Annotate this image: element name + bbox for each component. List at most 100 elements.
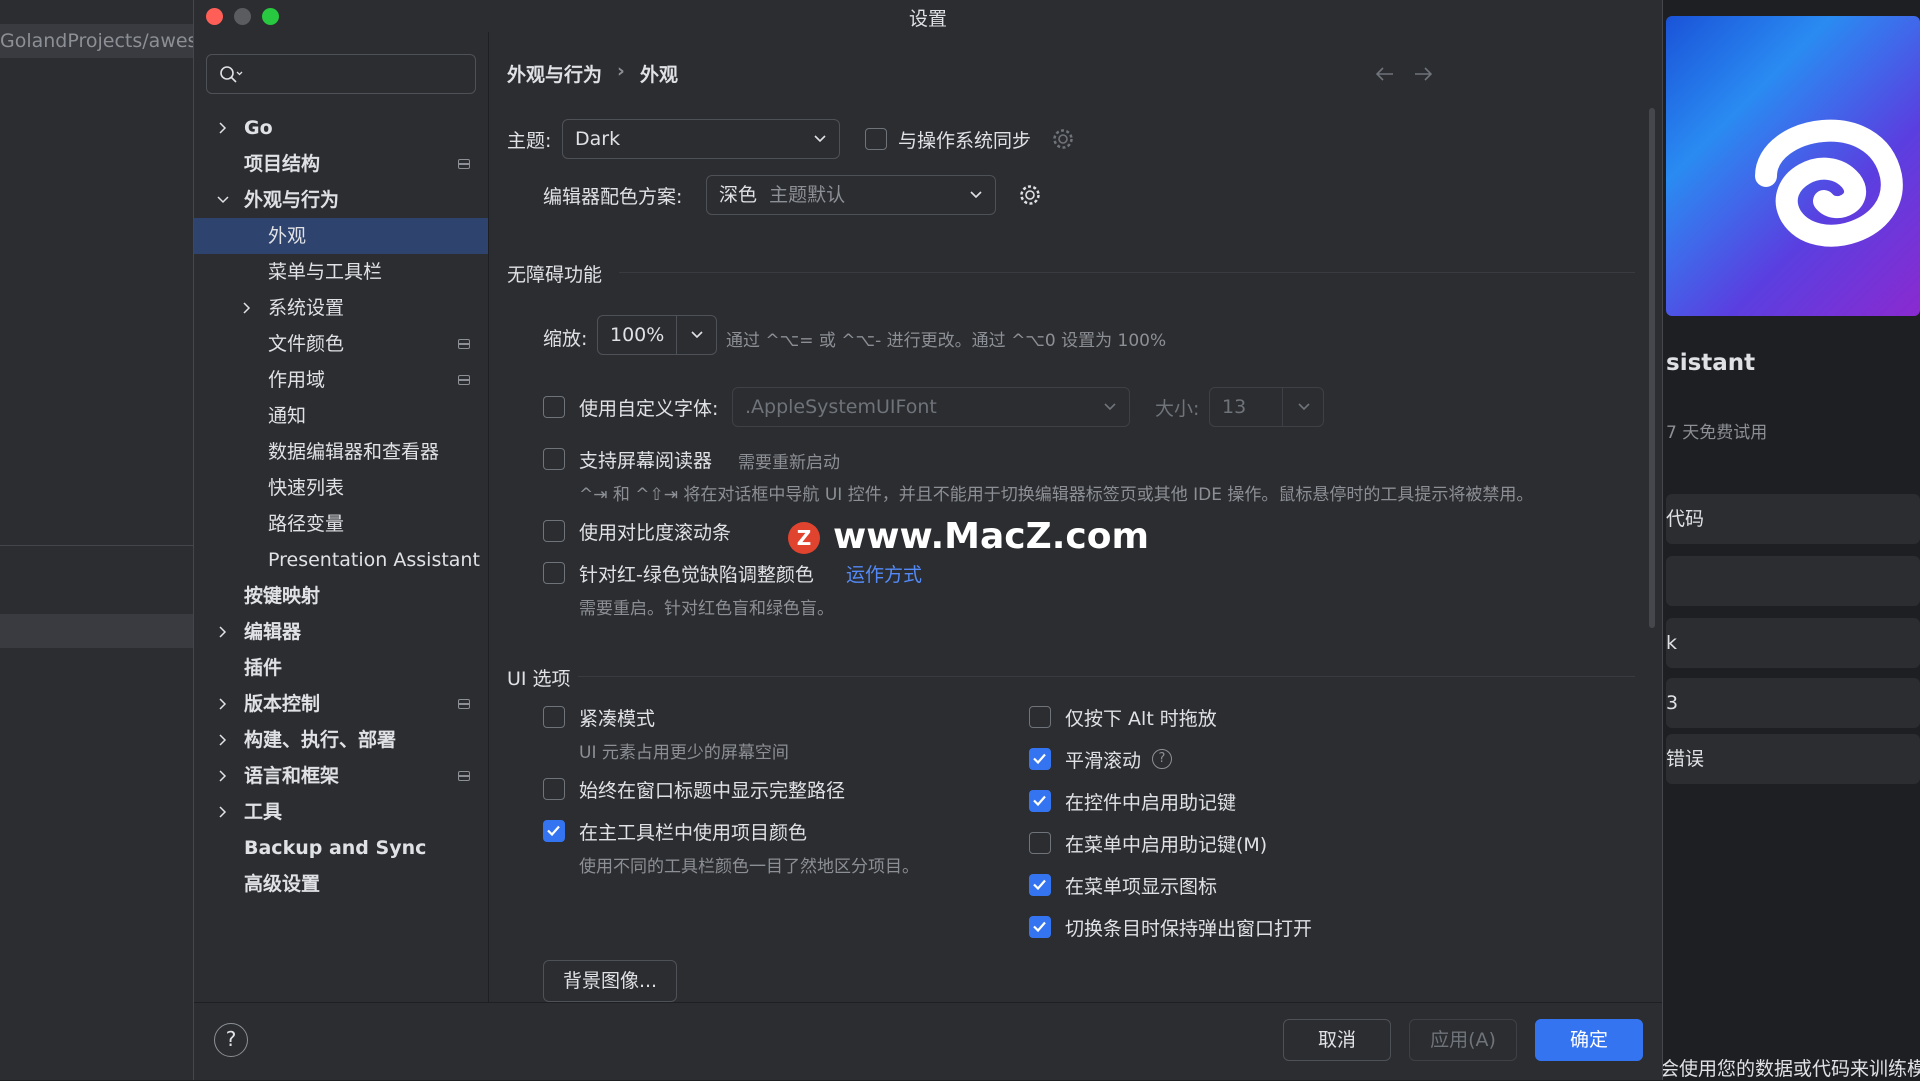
sidebar-item[interactable]: 按键映射 — [194, 578, 488, 614]
sidebar-item[interactable]: 外观与行为 — [194, 182, 488, 218]
sidebar-item-label: 外观与行为 — [244, 189, 340, 211]
breadcrumb-parent[interactable]: 外观与行为 — [507, 60, 602, 87]
project-scope-icon — [458, 339, 470, 349]
assistant-item-2[interactable] — [1666, 556, 1920, 606]
assistant-item-5[interactable]: 错误 — [1666, 734, 1920, 784]
smooth-scroll-checkbox[interactable] — [1029, 748, 1051, 770]
sidebar-item[interactable]: 作用域 — [194, 362, 488, 398]
control-mnemonics-checkbox[interactable] — [1029, 790, 1051, 812]
project-color-label: 在主工具栏中使用项目颜色 — [579, 822, 808, 844]
sidebar-item[interactable]: Go — [194, 110, 488, 146]
assistant-title: sistant — [1666, 350, 1756, 376]
full-path-checkbox[interactable] — [543, 778, 565, 800]
chevron-down-icon[interactable] — [216, 193, 230, 207]
cancel-button[interactable]: 取消 — [1283, 1019, 1391, 1061]
chevron-down-icon — [814, 135, 826, 143]
sidebar-item[interactable]: 通知 — [194, 398, 488, 434]
chevron-right-icon[interactable] — [240, 301, 254, 315]
dialog-titlebar: 设置 — [194, 0, 1662, 32]
project-scope-icon — [458, 159, 470, 169]
color-adjust-checkbox[interactable] — [543, 562, 565, 584]
sidebar-item[interactable]: Presentation Assistant — [194, 542, 488, 578]
custom-font-select[interactable]: .AppleSystemUIFont — [732, 387, 1130, 427]
font-value: .AppleSystemUIFont — [745, 396, 937, 418]
color-adjust-label: 针对红-绿色觉缺陷调整颜色 — [579, 564, 814, 586]
checkmark-icon — [1033, 879, 1046, 891]
dialog-title: 设置 — [908, 8, 947, 30]
sidebar-item[interactable]: 工具 — [194, 794, 488, 830]
project-color-checkbox[interactable] — [543, 820, 565, 842]
contrast-scrollbar-checkbox[interactable] — [543, 520, 565, 542]
sidebar-item-label: 路径变量 — [268, 513, 345, 535]
chevron-right-icon[interactable] — [216, 733, 230, 747]
help-circle-icon[interactable]: ? — [1152, 749, 1172, 769]
watermark-text: www.MacZ.com — [833, 516, 1149, 557]
chevron-right-icon[interactable] — [216, 625, 230, 639]
font-size-select[interactable]: 13 — [1209, 387, 1324, 427]
settings-main-panel: 外观与行为 › 外观 主题: Dark 与操作系统同步 编辑器配色方案: 深色 … — [489, 32, 1663, 1002]
screen-reader-hint: 需要重新启动 — [738, 453, 840, 473]
color-adjust-desc: 需要重启。针对红色盲和绿色盲。 — [579, 599, 834, 619]
chevron-right-icon[interactable] — [216, 769, 230, 783]
sidebar-item[interactable]: 语言和框架 — [194, 758, 488, 794]
dialog-footer: ? 取消 应用(A) 确定 — [194, 1002, 1662, 1080]
sidebar-item-label: 版本控制 — [244, 693, 321, 715]
sidebar-item[interactable]: 编辑器 — [194, 614, 488, 650]
sidebar-item[interactable]: 菜单与工具栏 — [194, 254, 488, 290]
chevron-right-icon[interactable] — [216, 697, 230, 711]
scrollbar[interactable] — [1649, 108, 1655, 628]
zoom-split — [676, 316, 677, 354]
background-image-button[interactable]: 背景图像... — [543, 960, 677, 1002]
sidebar-item-label: Go — [244, 117, 273, 139]
zoom-select[interactable]: 100% — [597, 315, 717, 355]
scheme-select-value: 深色 — [719, 184, 758, 206]
font-size-label: 大小: — [1155, 398, 1200, 420]
sidebar-item[interactable]: 外观 — [194, 218, 488, 254]
sidebar-item[interactable]: 项目结构 — [194, 146, 488, 182]
settings-search-input[interactable] — [206, 54, 476, 94]
sidebar-item[interactable]: 构建、执行、部署 — [194, 722, 488, 758]
keep-popup-label: 切换条目时保持弹出窗口打开 — [1065, 918, 1313, 940]
sidebar-item[interactable]: 路径变量 — [194, 506, 488, 542]
custom-font-checkbox[interactable] — [543, 396, 565, 418]
screen-reader-desc: ^⇥ 和 ^⇧⇥ 将在对话框中导航 UI 控件，并且不能用于切换编辑器标签页或其… — [579, 485, 1534, 505]
alt-drag-checkbox[interactable] — [1029, 706, 1051, 728]
sidebar-item[interactable]: 系统设置 — [194, 290, 488, 326]
sync-os-checkbox[interactable] — [865, 128, 887, 150]
sidebar-item[interactable]: 数据编辑器和查看器 — [194, 434, 488, 470]
menu-mnemonics-checkbox[interactable] — [1029, 832, 1051, 854]
compact-mode-checkbox[interactable] — [543, 706, 565, 728]
sidebar-item[interactable]: 插件 — [194, 650, 488, 686]
compact-mode-label: 紧凑模式 — [579, 708, 656, 730]
settings-sidebar: Go 项目结构外观与行为外观菜单与工具栏 系统设置文件颜色作用域 通知 数据编辑器和查看… — [194, 32, 488, 1002]
sidebar-item-label: 外观 — [268, 225, 307, 247]
assistant-item-1[interactable]: 代码 — [1666, 494, 1920, 544]
chevron-right-icon[interactable] — [216, 121, 230, 135]
menu-icons-checkbox[interactable] — [1029, 874, 1051, 896]
screen-reader-checkbox[interactable] — [543, 448, 565, 470]
sidebar-item[interactable]: 高级设置 — [194, 866, 488, 902]
sidebar-item[interactable]: 文件颜色 — [194, 326, 488, 362]
assistant-item-4[interactable]: 3 — [1666, 678, 1920, 728]
forward-arrow-icon[interactable] — [1413, 66, 1433, 82]
color-scheme-select[interactable]: 深色 主题默认 — [706, 175, 996, 215]
back-arrow-icon[interactable] — [1375, 66, 1395, 82]
sidebar-item[interactable]: 版本控制 — [194, 686, 488, 722]
sidebar-item[interactable]: 快速列表 — [194, 470, 488, 506]
sidebar-item[interactable]: Backup and Sync — [194, 830, 488, 866]
keep-popup-checkbox[interactable] — [1029, 916, 1051, 938]
how-it-works-link[interactable]: 运作方式 — [846, 560, 922, 587]
zoom-value: 100% — [610, 324, 665, 346]
gear-icon[interactable] — [1051, 127, 1075, 151]
theme-label: 主题: — [507, 130, 552, 152]
theme-select[interactable]: Dark — [562, 119, 840, 159]
checkmark-icon — [547, 825, 560, 837]
apply-button[interactable]: 应用(A) — [1409, 1019, 1517, 1061]
chevron-right-icon[interactable] — [216, 805, 230, 819]
assistant-item-3[interactable]: k — [1666, 618, 1920, 668]
help-button[interactable]: ? — [214, 1023, 248, 1057]
ok-button[interactable]: 确定 — [1535, 1019, 1643, 1061]
sidebar-item-label: 文件颜色 — [268, 333, 345, 355]
scheme-gear-icon[interactable] — [1018, 183, 1042, 207]
checkmark-icon — [1033, 795, 1046, 807]
